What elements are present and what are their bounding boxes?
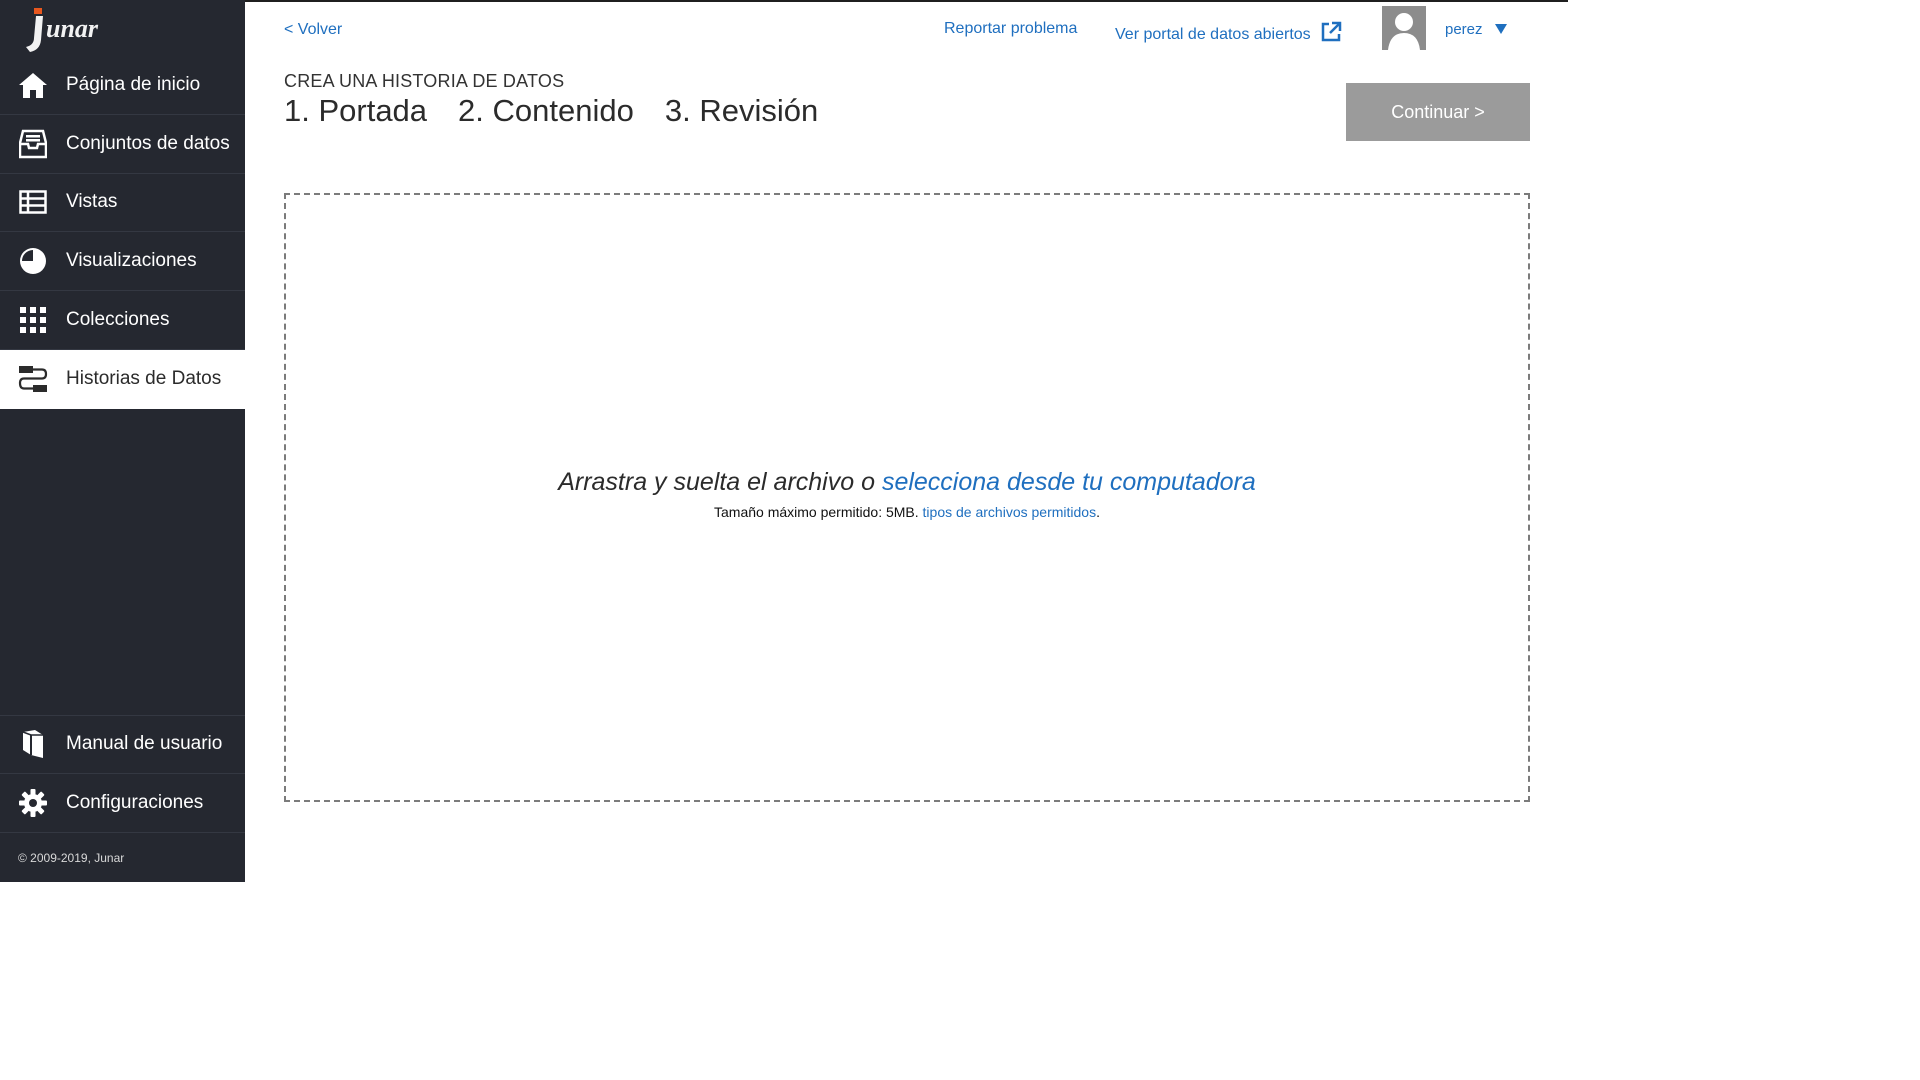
- home-icon: [18, 70, 48, 100]
- sidebar-item-datasets[interactable]: Conjuntos de datos: [0, 115, 245, 174]
- sidebar-item-collections[interactable]: Colecciones: [0, 291, 245, 350]
- app-window: unar Página de inicio Conjuntos de datos: [0, 0, 1568, 882]
- sidebar-item-label: Visualizaciones: [66, 250, 197, 272]
- file-dropzone[interactable]: Arrastra y suelta el archivo o seleccion…: [284, 193, 1530, 802]
- step-cover[interactable]: 1. Portada: [284, 93, 427, 129]
- data-story-icon: [18, 364, 48, 394]
- period: .: [1096, 504, 1100, 520]
- dropzone-drag-text: Arrastra y suelta el archivo o: [558, 468, 875, 496]
- external-link-icon: [1320, 21, 1342, 48]
- wizard-subtitle: CREA UNA HISTORIA DE DATOS: [284, 71, 565, 91]
- back-link[interactable]: < Volver: [284, 21, 342, 39]
- svg-text:unar: unar: [46, 14, 99, 43]
- sidebar-item-label: Conjuntos de datos: [66, 132, 230, 154]
- sidebar-item-label: Vistas: [66, 191, 118, 213]
- avatar[interactable]: [1382, 6, 1426, 50]
- continue-button[interactable]: Continuar >: [1346, 83, 1530, 141]
- dropzone-instructions: Arrastra y suelta el archivo o seleccion…: [286, 468, 1528, 497]
- open-data-portal-link[interactable]: Ver portal de datos abiertos: [1115, 21, 1342, 48]
- sidebar-nav: Página de inicio Conjuntos de datos Vist…: [0, 56, 245, 409]
- sidebar-item-home[interactable]: Página de inicio: [0, 56, 245, 115]
- report-problem-link[interactable]: Reportar problema: [944, 20, 1077, 38]
- sidebar-item-label: Página de inicio: [66, 73, 201, 95]
- sidebar-item-label: Historias de Datos: [66, 367, 222, 389]
- portal-link-label: Ver portal de datos abiertos: [1115, 25, 1311, 43]
- sidebar-item-label: Manual de usuario: [66, 733, 223, 755]
- user-menu[interactable]: perez: [1445, 21, 1507, 38]
- caret-down-icon: [1494, 21, 1507, 38]
- select-from-computer-link[interactable]: selecciona desde tu computadora: [882, 468, 1256, 496]
- step-content[interactable]: 2. Contenido: [458, 93, 634, 129]
- junar-logo[interactable]: unar: [22, 6, 132, 56]
- sidebar-item-user-manual[interactable]: Manual de usuario: [0, 715, 245, 774]
- grid-icon: [18, 305, 48, 335]
- sidebar: unar Página de inicio Conjuntos de datos: [0, 0, 245, 882]
- sidebar-item-label: Configuraciones: [66, 791, 204, 813]
- table-icon: [18, 187, 48, 217]
- gear-icon: [18, 788, 48, 818]
- sidebar-item-visualizations[interactable]: Visualizaciones: [0, 232, 245, 292]
- pie-chart-icon: [18, 246, 48, 276]
- sidebar-bottom-nav: Manual de usuario Configuraciones: [0, 715, 245, 833]
- sidebar-item-settings[interactable]: Configuraciones: [0, 774, 245, 833]
- book-icon: [18, 729, 48, 759]
- allowed-file-types-link[interactable]: tipos de archivos permitidos: [923, 504, 1097, 520]
- sidebar-item-views[interactable]: Vistas: [0, 174, 245, 233]
- max-size-text: Tamaño máximo permitido: 5MB.: [714, 504, 919, 520]
- sidebar-item-data-stories[interactable]: Historias de Datos: [0, 349, 245, 409]
- step-review[interactable]: 3. Revisión: [665, 93, 818, 129]
- dropzone-limits: Tamaño máximo permitido: 5MB. tipos de a…: [286, 504, 1528, 520]
- sidebar-item-label: Colecciones: [66, 309, 170, 331]
- inbox-icon: [18, 129, 48, 159]
- copyright-text: © 2009-2019, Junar: [18, 851, 125, 865]
- username: perez: [1445, 21, 1483, 38]
- wizard-steps: 1. Portada 2. Contenido 3. Revisión: [284, 93, 818, 129]
